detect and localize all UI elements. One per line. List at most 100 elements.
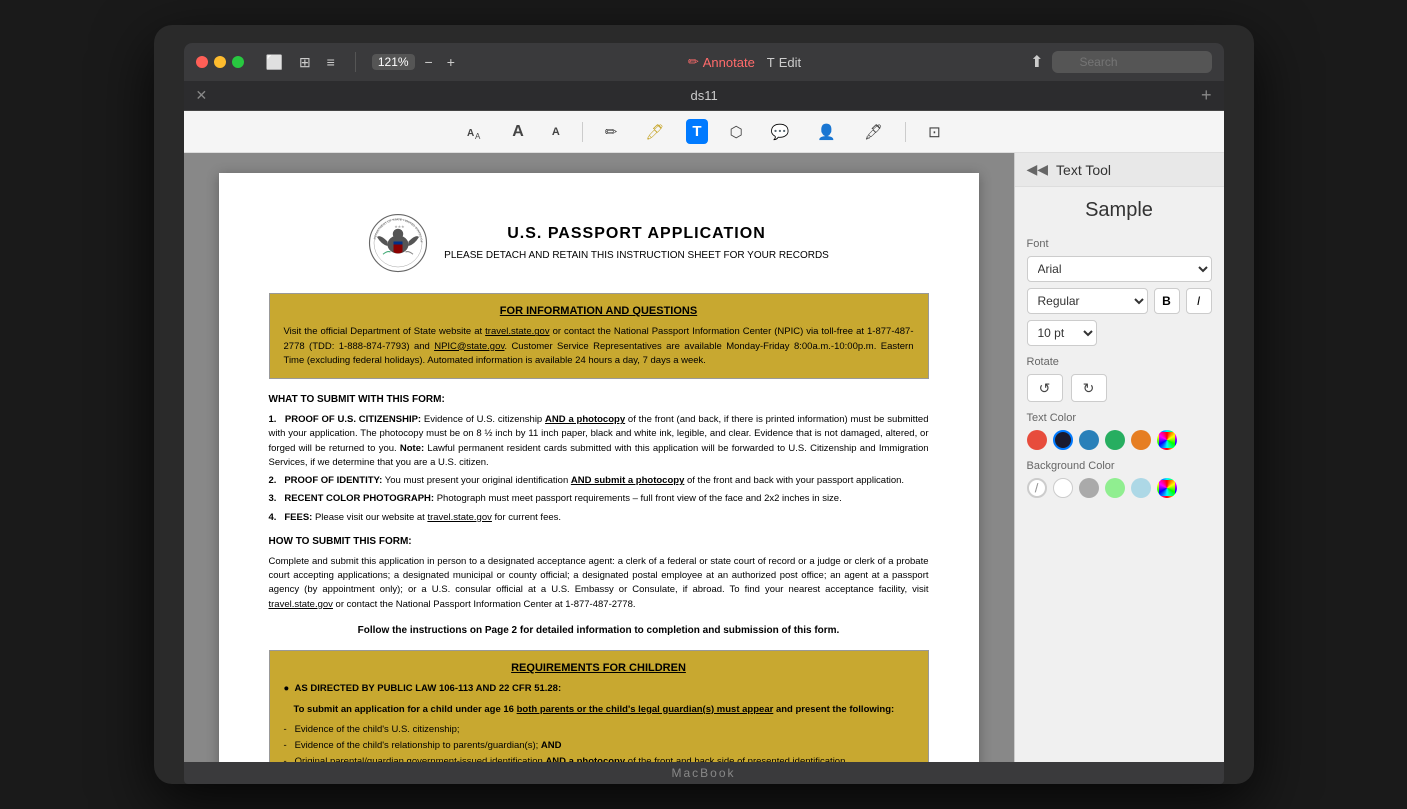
zoom-in-button[interactable]: + [443,52,459,72]
small-text-tool[interactable]: A [546,122,566,142]
follow-line: Follow the instructions on Page 2 for de… [269,624,929,638]
annotation-toolbar: AA A A ✏ 🖊 T ⬡ 💬 [184,111,1224,153]
rotate-right-button[interactable]: ↻ [1071,374,1107,402]
annotate-button[interactable]: ✏ Annotate [688,54,755,70]
search-wrapper: 🔍 [1052,51,1212,73]
us-seal: ★★★ DEPARTMENT OF STATE • UNITED STATES … [368,213,428,273]
zoom-tool[interactable]: ⊡ [922,119,947,145]
small-a-icon: A [552,126,560,138]
bg-color-row: / [1027,478,1212,498]
rotate-left-button[interactable]: ↺ [1027,374,1063,402]
resize-text-tool[interactable]: AA [460,119,490,145]
how-section-title: HOW TO SUBMIT THIS FORM: [269,535,929,549]
tab-title: ds11 [215,88,1193,103]
list-view-button[interactable]: ≡ [323,52,339,72]
rotate-section-label: Rotate [1027,356,1212,368]
sidebar-toggle-button[interactable]: ⬜ [262,52,287,73]
signature-tool[interactable]: 👤 [811,119,842,145]
add-tab-button[interactable]: + [1201,85,1212,106]
close-button[interactable] [196,56,208,68]
color-swatch-black[interactable] [1053,430,1073,450]
requirements-box-content: ● AS DIRECTED BY PUBLIC LAW 106-113 AND … [284,682,914,762]
svg-text:★★★: ★★★ [394,225,405,229]
macbook-label: MacBook [671,766,735,780]
title-bar-center: ✏ Annotate T Edit [467,54,1022,70]
color-swatch-green[interactable] [1105,430,1125,450]
color-swatch-blue[interactable] [1079,430,1099,450]
info-box: FOR INFORMATION AND QUESTIONS Visit the … [269,293,929,379]
panel-expand-button[interactable]: ◀◀ [1027,161,1049,178]
toolbar-divider-1 [582,122,583,142]
share-button[interactable]: ⬆ [1030,52,1043,72]
large-a-icon: A [512,123,524,141]
shape-tool[interactable]: ⬡ [724,119,749,145]
laptop-screen: ⬜ ⊞ ≡ 121% − + ✏ Annotate T Edit ⬆ [184,43,1224,762]
note-tool[interactable]: 💬 [765,119,796,145]
stamp-tool[interactable]: 🖋 [858,119,889,145]
italic-button[interactable]: I [1186,288,1212,314]
highlighter-icon: 🖊 [645,123,664,141]
document-area[interactable]: ★★★ DEPARTMENT OF STATE • UNITED STATES … [184,153,1014,762]
panel-header: ◀◀ Text Tool [1015,153,1224,187]
font-style-row: Regular B I [1027,288,1212,314]
zoom-icon: ⊡ [928,123,941,141]
bg-swatch-spectrum[interactable] [1157,478,1177,498]
laptop-base: MacBook [184,762,1224,784]
svg-text:A: A [475,132,481,141]
panel-title: Text Tool [1056,162,1111,178]
bg-swatch-white[interactable] [1053,478,1073,498]
doc-main-title: U.S. PASSPORT APPLICATION [444,223,829,245]
rotate-row: ↺ ↻ [1027,374,1212,402]
zoom-out-button[interactable]: − [421,52,437,72]
doc-subtitle: PLEASE DETACH AND RETAIN THIS INSTRUCTIO… [444,249,829,263]
zoom-value[interactable]: 121% [372,54,415,70]
font-section-label: Font [1027,238,1212,250]
note-icon: 💬 [771,123,790,141]
requirements-box: REQUIREMENTS FOR CHILDREN ● AS DIRECTED … [269,650,929,762]
text-color-label: Text Color [1027,412,1212,424]
text-color-row [1027,430,1212,450]
tab-close-button[interactable]: ✕ [196,87,208,104]
svg-text:A: A [467,128,474,139]
sample-text: Sample [1027,199,1212,222]
submit-items: 1. PROOF OF U.S. CITIZENSHIP: Evidence o… [269,413,929,525]
grid-view-button[interactable]: ⊞ [295,52,315,73]
color-swatch-orange[interactable] [1131,430,1151,450]
shape-icon: ⬡ [730,123,743,141]
bold-button[interactable]: B [1154,288,1180,314]
color-swatch-spectrum-text[interactable] [1157,430,1177,450]
stamp-icon: 🖋 [864,123,883,141]
bg-swatch-lightblue[interactable] [1131,478,1151,498]
info-box-text: Visit the official Department of State w… [284,325,914,368]
font-style-select[interactable]: Regular [1027,288,1148,314]
tab-bar: ✕ ds11 + [184,81,1224,111]
font-family-select[interactable]: Arial [1027,256,1212,282]
pencil-icon: ✏ [688,54,699,70]
text-tool[interactable]: T [686,119,707,144]
doc-header: ★★★ DEPARTMENT OF STATE • UNITED STATES … [269,213,929,273]
large-text-tool[interactable]: A [506,119,530,145]
minimize-button[interactable] [214,56,226,68]
bg-swatch-none[interactable]: / [1027,478,1047,498]
title-bar: ⬜ ⊞ ≡ 121% − + ✏ Annotate T Edit ⬆ [184,43,1224,81]
document-page: ★★★ DEPARTMENT OF STATE • UNITED STATES … [219,173,979,762]
text-tool-icon: T [692,123,701,140]
panel-body: Sample Font Arial Regular B I [1015,187,1224,762]
pencil-tool[interactable]: ✏ [599,119,624,145]
font-size-row: 10 pt [1027,320,1212,346]
doc-title-block: U.S. PASSPORT APPLICATION PLEASE DETACH … [444,223,829,263]
bg-swatch-lightgreen[interactable] [1105,478,1125,498]
search-input[interactable] [1052,51,1212,73]
bg-color-label: Background Color [1027,460,1212,472]
edit-button[interactable]: T Edit [767,55,801,70]
toolbar-divider-2 [905,122,906,142]
color-swatch-red[interactable] [1027,430,1047,450]
bg-swatch-gray[interactable] [1079,478,1099,498]
highlighter-tool[interactable]: 🖊 [639,119,670,145]
font-size-select[interactable]: 10 pt [1027,320,1097,346]
maximize-button[interactable] [232,56,244,68]
pencil-tool-icon: ✏ [605,123,618,141]
requirements-box-title: REQUIREMENTS FOR CHILDREN [284,661,914,676]
how-section-text: Complete and submit this application in … [269,555,929,612]
right-panel: ◀◀ Text Tool Sample Font Arial Regular [1014,153,1224,762]
